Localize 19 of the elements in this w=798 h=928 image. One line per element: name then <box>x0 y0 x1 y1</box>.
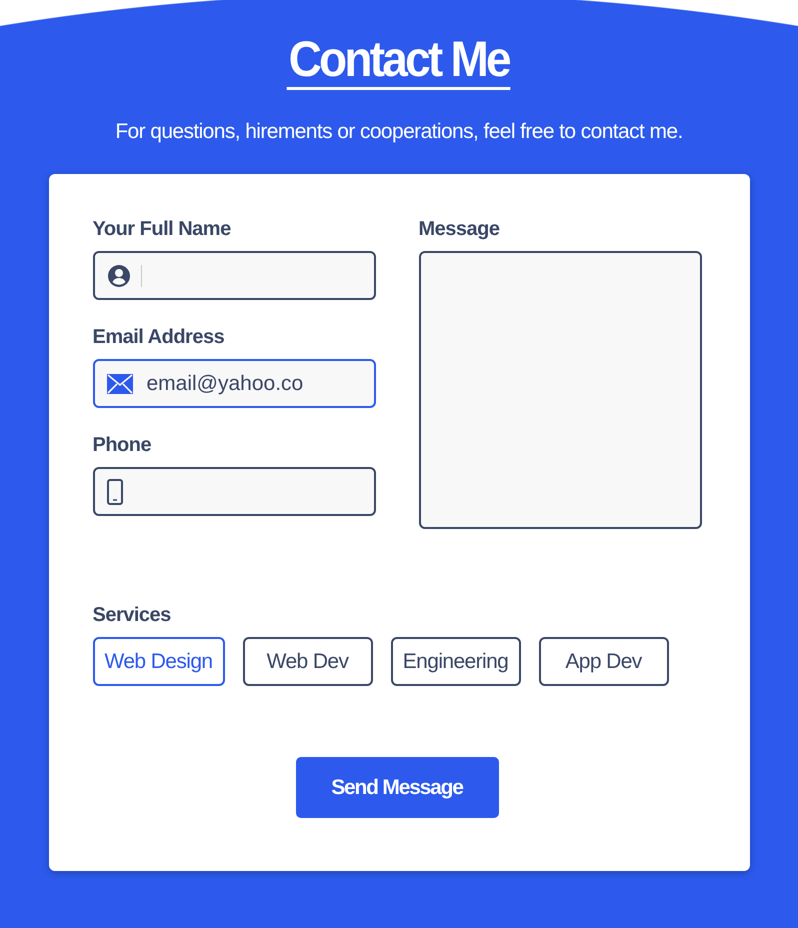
envelope-icon <box>106 374 132 394</box>
input-field[interactable]: email@yahoo.co <box>92 359 376 408</box>
input-field[interactable] <box>92 251 376 300</box>
service-option[interactable]: App Dev <box>538 637 669 686</box>
user-icon <box>106 264 130 288</box>
field-label: Message <box>418 218 500 241</box>
phone-icon <box>106 478 122 504</box>
send-button[interactable]: Send Message <box>296 757 498 818</box>
field-label: Phone <box>92 434 152 457</box>
input-field[interactable] <box>92 467 376 516</box>
service-option[interactable]: Web Dev <box>242 637 373 686</box>
service-option[interactable]: Engineering <box>390 637 521 686</box>
field-label: Your Full Name <box>92 218 232 241</box>
page-title: Contact Me <box>287 32 511 90</box>
subtitle: For questions, hirements or cooperations, feel free to contact me. <box>115 120 683 144</box>
message-field[interactable] <box>418 251 702 529</box>
service-option[interactable]: Web Design <box>92 637 225 686</box>
field-label: Email Address <box>92 326 226 349</box>
field-label: Services <box>92 604 172 627</box>
